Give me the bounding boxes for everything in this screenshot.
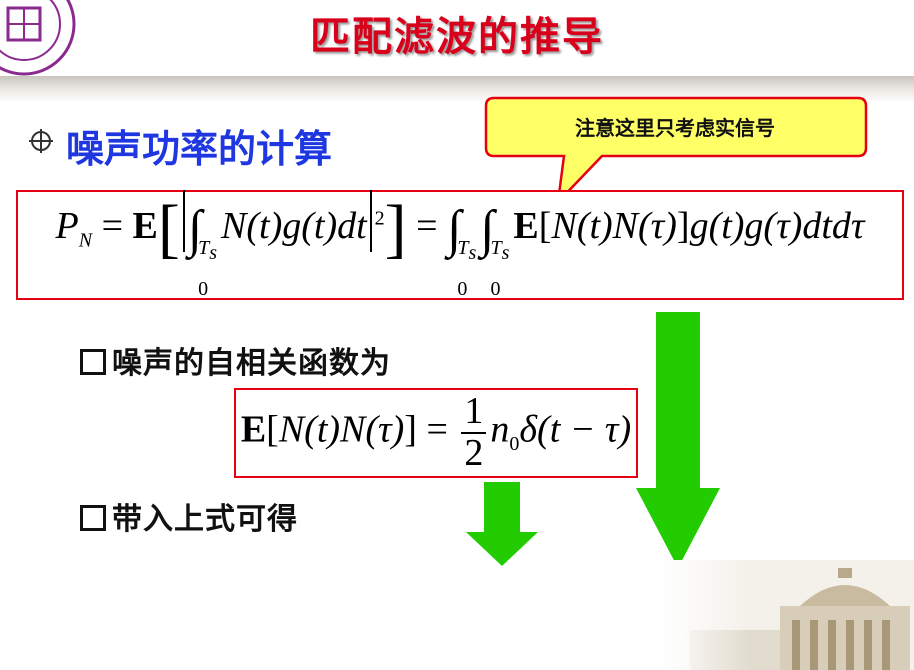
hollow-square-icon bbox=[80, 505, 106, 531]
bullet-autocorrelation: 噪声的自相关函数为 bbox=[80, 338, 391, 382]
bullet-substitute: 带入上式可得 bbox=[80, 494, 298, 538]
crosshair-circle-icon bbox=[29, 129, 53, 153]
building-photo bbox=[660, 560, 914, 670]
callout-text: 注意这里只考虑实信号 bbox=[575, 116, 775, 140]
down-arrow-icon bbox=[466, 482, 538, 566]
section-heading: 噪声功率的计算 bbox=[66, 127, 333, 171]
noise-power-formula: PN = E[∫ Ts 0 N(t)g(t)dt 2] = ∫ Ts 0 ∫ Ts 0 E[N(t)… bbox=[16, 189, 904, 300]
slide-title: 匹配滤波的推导 bbox=[310, 14, 604, 60]
down-arrow-icon bbox=[636, 312, 720, 568]
hollow-square-icon bbox=[80, 349, 106, 375]
autocorrelation-formula: E[N(t)N(τ)] = 1 2 n0δ(t − τ) bbox=[234, 388, 638, 478]
